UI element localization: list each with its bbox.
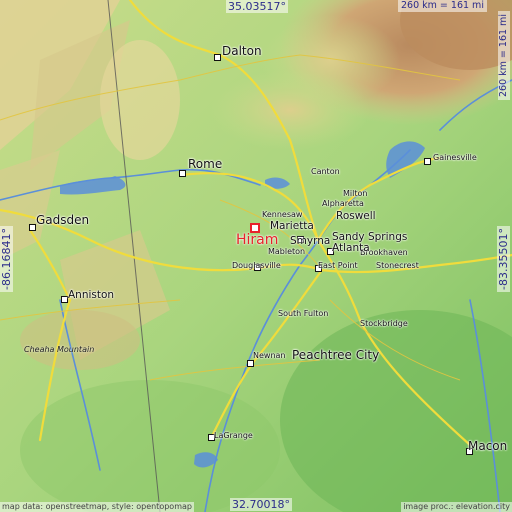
city-marker (247, 360, 254, 367)
city-label-mableton: Mableton (268, 247, 306, 256)
city-label-macon: Macon (468, 439, 508, 453)
city-label-canton: Canton (311, 167, 340, 176)
mountain-label: Cheaha Mountain (24, 345, 95, 354)
city-label-rome: Rome (188, 157, 223, 171)
scale-label-right: 260 km = 161 mi (498, 11, 510, 100)
city-label-peachtree-city: Peachtree City (292, 348, 380, 362)
attribution-left: map data: openstreetmap, style: opentopo… (0, 502, 194, 512)
city-label-gadsden: Gadsden (36, 213, 90, 227)
coord-right: -83.35501° (497, 226, 510, 292)
city-label-lagrange: LaGrange (214, 431, 253, 440)
city-label-east-point: East Point (318, 261, 358, 270)
city-label-kennesaw: Kennesaw (262, 210, 303, 219)
city-label-smyrna: Smyrna (290, 235, 331, 247)
city-marker (179, 170, 186, 177)
city-label-stonecrest: Stonecrest (376, 261, 419, 270)
coord-left: -86.16841° (0, 226, 13, 292)
city-marker (424, 158, 431, 165)
coord-top: 35.03517° (226, 0, 288, 13)
city-label-south-fulton: South Fulton (278, 309, 329, 318)
map-view[interactable]: Hiram Dalton Rome Canton Gainesville Mil… (0, 0, 512, 512)
city-label-anniston: Anniston (68, 289, 115, 301)
city-label-dalton: Dalton (222, 44, 262, 58)
scale-label-top: 260 km = 161 mi (398, 0, 487, 12)
city-label-marietta: Marietta (270, 220, 314, 232)
highlight-place-label[interactable]: Hiram (236, 232, 278, 248)
city-label-stockbridge: Stockbridge (360, 319, 408, 328)
city-label-douglasville: Douglasville (232, 261, 281, 270)
city-marker (29, 224, 36, 231)
city-marker (61, 296, 68, 303)
coord-bottom: 32.70018° (230, 498, 292, 511)
city-marker (214, 54, 221, 61)
attribution-right: image proc.: elevation.city (401, 502, 512, 512)
city-label-milton: Milton (343, 189, 368, 198)
city-label-alpharetta: Alpharetta (322, 199, 364, 208)
city-label-sandy-springs: Sandy Springs (332, 231, 408, 243)
city-label-gainesville: Gainesville (433, 153, 477, 162)
city-label-newnan: Newnan (253, 351, 286, 360)
terrain-layer (0, 0, 512, 512)
city-label-roswell: Roswell (336, 210, 376, 222)
city-label-atlanta: Atlanta (332, 242, 370, 254)
